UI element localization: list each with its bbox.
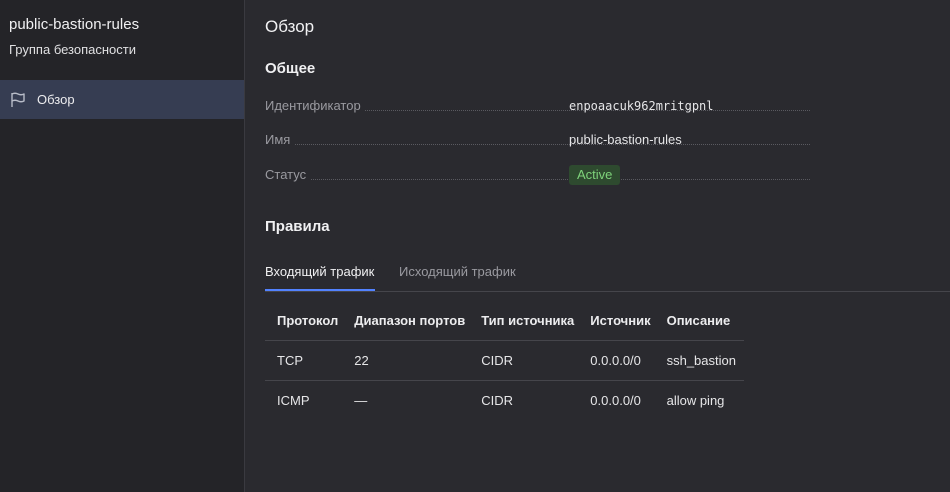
cell-protocol: ICMP [265,380,347,420]
cell-description: ssh_bastion [658,340,744,381]
rules-table: Протокол Диапазон портов Тип источника И… [265,300,744,420]
security-group-title: public-bastion-rules [9,16,140,33]
field-row-name: Имя [265,130,810,150]
field-row-status: Статус [265,165,810,185]
main-content: Обзор Общее Идентификатор enpoaacuk962mr… [245,0,950,492]
field-label-id: Идентификатор [265,98,365,113]
cell-source-type: CIDR [473,340,583,381]
table-row[interactable]: ICMP — CIDR 0.0.0.0/0 allow ping [265,380,744,420]
flag-icon [10,92,27,108]
cell-protocol: TCP [265,340,347,381]
cell-port-range: 22 [346,340,474,381]
field-label-status: Статус [265,167,311,182]
general-heading: Общее [265,60,316,77]
field-value-name: public-bastion-rules [569,132,682,147]
sidebar-item-label: Обзор [37,92,75,107]
leader-dots [265,179,810,180]
table-header-row: Протокол Диапазон портов Тип источника И… [265,300,744,341]
field-label-name: Имя [265,132,295,147]
table-row[interactable]: TCP 22 CIDR 0.0.0.0/0 ssh_bastion [265,340,744,381]
page-title: Обзор [265,17,315,36]
field-value-id: enpoaacuk962mritgpnl [569,99,714,113]
field-row-id: Идентификатор [265,96,810,116]
sidebar-item-overview[interactable]: Обзор [0,80,244,119]
rules-heading: Правила [265,218,330,235]
rules-tabs: Входящий трафик Исходящий трафик [265,262,950,292]
leader-dots [265,144,810,145]
column-header-port-range: Диапазон портов [354,312,466,328]
security-group-subtitle: Группа безопасности [9,42,136,57]
column-header-source-type: Тип источника [481,312,575,328]
tab-outbound-traffic[interactable]: Исходящий трафик [399,264,516,291]
cell-source: 0.0.0.0/0 [582,340,659,381]
cell-source: 0.0.0.0/0 [582,380,659,420]
column-header-protocol: Протокол [277,312,339,328]
cell-source-type: CIDR [473,380,583,420]
cell-description: allow ping [658,380,744,420]
cell-port-range: — [346,380,474,420]
column-header-source: Источник [590,312,651,328]
tab-inbound-traffic[interactable]: Входящий трафик [265,264,375,291]
sidebar: public-bastion-rules Группа безопасности… [0,0,245,492]
status-badge: Active [569,165,621,185]
column-header-description: Описание [666,312,731,328]
